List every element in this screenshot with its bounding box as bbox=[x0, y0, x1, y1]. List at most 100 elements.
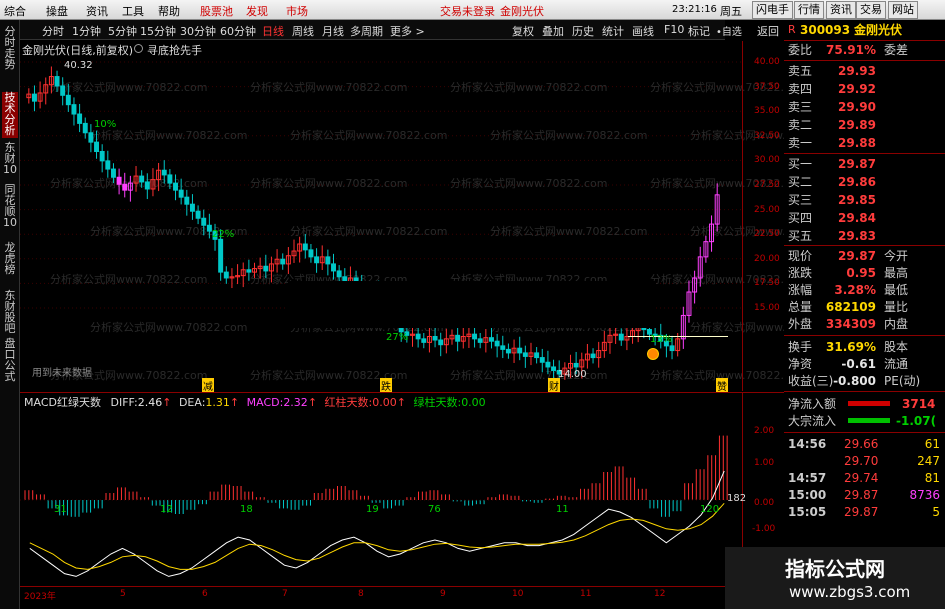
tick-price: 29.66 bbox=[844, 437, 879, 451]
menu-item-bangzhu[interactable]: 帮助 bbox=[158, 3, 180, 19]
x-label-8: 8 bbox=[358, 589, 364, 599]
watermark-text: 分析家公式网www.70822.com bbox=[450, 176, 607, 190]
candle-body bbox=[331, 263, 336, 272]
stat-right-label: 内盘 bbox=[884, 317, 909, 331]
candle-body bbox=[551, 366, 557, 371]
ask-row[interactable]: 卖四 29.92 bbox=[784, 81, 945, 97]
stat2-right-label: 股本 bbox=[884, 340, 909, 354]
marker-praise[interactable]: 赞 bbox=[716, 378, 728, 393]
bid-row[interactable]: 买三 29.85 bbox=[784, 192, 945, 208]
menu-item-stock-pool[interactable]: 股票池 bbox=[200, 3, 233, 19]
period-weekly[interactable]: 周线 bbox=[292, 23, 314, 39]
tool-mark[interactable]: 标记 bbox=[688, 23, 710, 39]
trade-button[interactable]: 交易 bbox=[856, 1, 886, 19]
signal-icon[interactable] bbox=[647, 348, 659, 360]
ask-row[interactable]: 卖二 29.89 bbox=[784, 117, 945, 133]
ask-row[interactable]: 卖一 29.88 bbox=[784, 135, 945, 151]
period-30min[interactable]: 30分钟 bbox=[180, 23, 216, 39]
tool-f10[interactable]: F10 bbox=[664, 23, 684, 36]
period-1min[interactable]: 1分钟 bbox=[72, 23, 101, 39]
marker-reduce[interactable]: 减 bbox=[202, 378, 214, 393]
ask-price: 29.88 bbox=[838, 136, 876, 150]
watermark-text: 分析家公式网www.70822.com bbox=[490, 224, 647, 238]
marker-fall[interactable]: 跌 bbox=[380, 378, 392, 393]
watermark-text: 分析家公式网www.70822.com bbox=[250, 176, 407, 190]
menu-item-gongju[interactable]: 工具 bbox=[122, 3, 144, 19]
menu-item-caopan[interactable]: 操盘 bbox=[46, 3, 68, 19]
bid-row[interactable]: 买二 29.86 bbox=[784, 174, 945, 190]
period-monthly[interactable]: 月线 bbox=[322, 23, 344, 39]
sidebar-item-longhu[interactable]: 龙虎榜 bbox=[2, 242, 18, 288]
indicator-name: 寻底抢先手 bbox=[147, 44, 202, 57]
website-button[interactable]: 网站 bbox=[888, 1, 918, 19]
tool-history[interactable]: 历史 bbox=[572, 23, 594, 39]
logo-title: 指标公式网 bbox=[785, 557, 885, 581]
sidebar-item-intraday[interactable]: 分时走势 bbox=[2, 26, 18, 70]
tool-back[interactable]: 返回 bbox=[757, 23, 779, 39]
ask-row[interactable]: 卖三 29.90 bbox=[784, 99, 945, 115]
x-axis-line bbox=[20, 586, 742, 587]
future-data-notice: 用到未来数据 bbox=[32, 368, 92, 379]
watermark-text: 分析家公式网www.70822.com bbox=[50, 272, 207, 286]
bid-label: 买一 bbox=[788, 157, 813, 171]
marker-finance[interactable]: 财 bbox=[548, 378, 560, 393]
candle-body bbox=[302, 243, 308, 251]
tool-adjust[interactable]: 复权 bbox=[512, 23, 534, 39]
x-label-11: 11 bbox=[580, 589, 592, 599]
bid-row[interactable]: 买一 29.87 bbox=[784, 156, 945, 172]
candle-body bbox=[325, 256, 331, 265]
stat-value: 0.95 bbox=[846, 266, 876, 280]
candle-body bbox=[308, 249, 314, 258]
period-15min[interactable]: 15分钟 bbox=[140, 23, 176, 39]
menu-item-discover[interactable]: 发现 bbox=[246, 3, 268, 19]
news-button[interactable]: 资讯 bbox=[826, 1, 856, 19]
tick-price: 29.74 bbox=[844, 471, 879, 485]
macd-axis-label-3: 0.00 bbox=[754, 498, 775, 508]
stat-row: 现价 29.87 今开 bbox=[784, 248, 945, 264]
bid-row[interactable]: 买五 29.83 bbox=[784, 228, 945, 244]
ask-row[interactable]: 卖五 29.93 bbox=[784, 63, 945, 79]
tool-draw[interactable]: 画线 bbox=[632, 23, 654, 39]
quote-button[interactable]: 行情 bbox=[794, 1, 824, 19]
candle-body bbox=[314, 256, 320, 264]
candle-body bbox=[31, 93, 37, 102]
tick-volume: 61 bbox=[924, 437, 940, 451]
period-5min[interactable]: 5分钟 bbox=[108, 23, 137, 39]
tool-watchlist[interactable]: •自选 bbox=[716, 23, 742, 38]
period-intraday[interactable]: 分时 bbox=[42, 23, 64, 39]
sidebar-item-technical[interactable]: 技术分析 bbox=[2, 92, 18, 138]
menu-item-zonghe[interactable]: 综合 bbox=[4, 3, 26, 19]
tool-overlay[interactable]: 叠加 bbox=[542, 23, 564, 39]
menu-bar: 综合 操盘 资讯 工具 帮助 股票池 发现 市场 交易未登录 金刚光伏 23:2… bbox=[0, 0, 945, 20]
candle-body bbox=[167, 174, 173, 184]
sidebar-item-eastmoney[interactable]: 东财10 bbox=[2, 142, 18, 182]
bid-row[interactable]: 买四 29.84 bbox=[784, 210, 945, 226]
candle-body bbox=[280, 258, 286, 265]
menu-item-zixun[interactable]: 资讯 bbox=[86, 3, 108, 19]
bid-label: 买四 bbox=[788, 211, 813, 225]
sidebar-item-ths[interactable]: 同花顺10 bbox=[2, 184, 18, 240]
candle-body bbox=[669, 345, 675, 352]
period-toolbar: 分时 1分钟 5分钟 15分钟 30分钟 60分钟 日线 周线 月线 多周期 更… bbox=[20, 20, 742, 40]
stat2-value: -0.61 bbox=[841, 357, 876, 371]
settings-icon[interactable] bbox=[134, 44, 143, 53]
clock-time: 23:21:16 bbox=[672, 4, 717, 15]
ask-price: 29.89 bbox=[838, 118, 876, 132]
candle-body bbox=[517, 347, 523, 354]
webi-label: 委比 bbox=[788, 43, 813, 57]
lightning-hand-button[interactable]: 闪电手 bbox=[752, 1, 793, 19]
macd-axis-label-2: 1.00 bbox=[754, 458, 775, 468]
sidebar-item-guba[interactable]: 东财股吧 bbox=[2, 290, 18, 336]
stat2-label: 净资 bbox=[788, 357, 813, 371]
tool-stats[interactable]: 统计 bbox=[602, 23, 624, 39]
period-multi[interactable]: 多周期 bbox=[350, 23, 383, 39]
period-60min[interactable]: 60分钟 bbox=[220, 23, 256, 39]
ask-label: 卖一 bbox=[788, 136, 813, 150]
stat-label: 涨幅 bbox=[788, 283, 813, 297]
red-days-value: 0.00 bbox=[372, 396, 397, 409]
stat-label: 涨跌 bbox=[788, 266, 813, 280]
period-daily[interactable]: 日线 bbox=[262, 23, 284, 39]
period-more[interactable]: 更多 > bbox=[390, 23, 425, 39]
sidebar-item-formula[interactable]: 盘口公式 bbox=[2, 338, 18, 384]
menu-item-market[interactable]: 市场 bbox=[286, 3, 308, 19]
